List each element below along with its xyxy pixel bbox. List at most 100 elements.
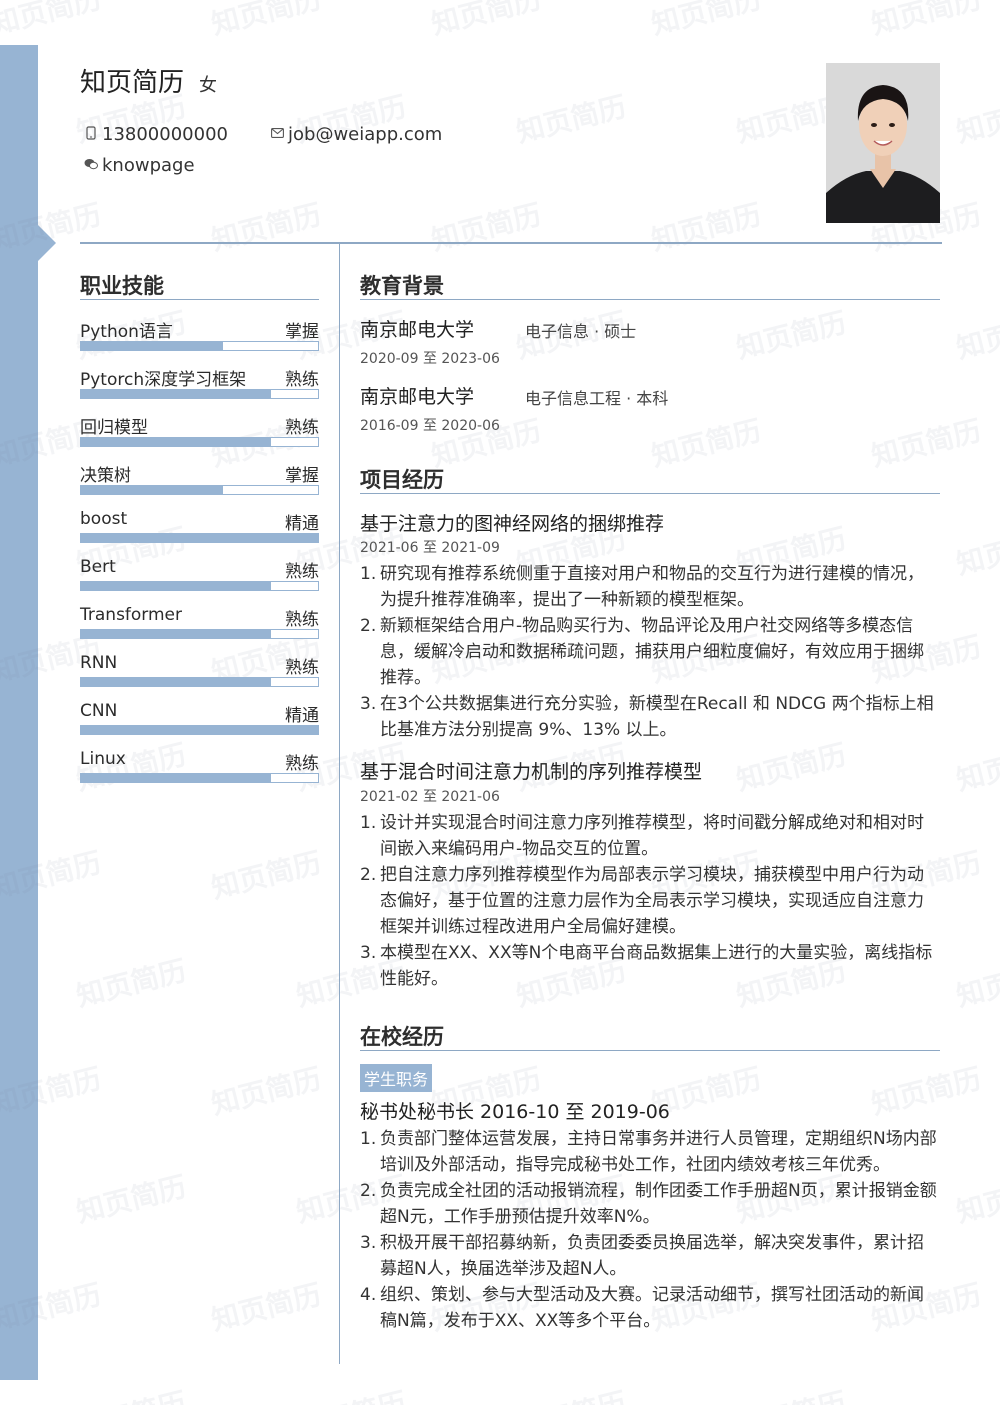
phone-number: 13800000000 [102, 124, 228, 145]
skill-name: Transformer [80, 605, 183, 625]
watermark-text: 知页简历 [953, 953, 1000, 1014]
role-tag: 学生职务 [360, 1064, 433, 1092]
mail-icon [270, 127, 284, 142]
skill-level: 掌握 [285, 466, 319, 486]
project-date: 2021-02 至 2021-06 [360, 789, 500, 805]
education-title-rule [360, 299, 940, 300]
skills-title-rule [80, 299, 319, 300]
skill-level: 熟练 [285, 610, 319, 630]
project-points: 1. 设计并实现混合时间注意力序列推荐模型，将时间戳分解成绝对和相对时间嵌入来编码… [360, 810, 940, 992]
watermark-text: 知页简历 [953, 89, 1000, 150]
edu-major: 电子信息工程 · 本科 [525, 389, 669, 408]
campus-title: 在校经历 [360, 1025, 444, 1049]
email-address: job@weiapp.com [288, 124, 443, 145]
list-item: 1. 设计并实现混合时间注意力序列推荐模型，将时间戳分解成绝对和相对时间嵌入来编码… [360, 813, 924, 859]
wechat-contact: knowpage [84, 155, 195, 176]
role-title: 秘书处秘书长 2016-10 至 2019-06 [360, 1101, 670, 1123]
campus-title-rule [360, 1050, 940, 1051]
skill-level: 熟练 [285, 562, 319, 582]
skill-name: RNN [80, 653, 118, 673]
skill-row: Linux 熟练 [80, 749, 319, 789]
list-item: 2. 负责完成全社团的活动报销流程，制作团委工作手册超N页，累计报销金额超N元，工… [360, 1181, 937, 1227]
watermark-text: 知页简历 [648, 0, 765, 42]
edu-date: 2016-09 至 2020-06 [360, 418, 500, 434]
watermark-text: 知页简历 [512, 1381, 630, 1405]
gender: 女 [199, 75, 217, 96]
skill-bar [80, 341, 319, 351]
skill-bar [80, 533, 319, 543]
watermark-text: 知页简历 [953, 305, 1000, 366]
wechat-id: knowpage [102, 155, 195, 176]
skill-row: 回归模型 熟练 [80, 413, 319, 453]
project-date: 2021-06 至 2021-09 [360, 540, 500, 556]
list-item: 4. 组织、策划、参与大型活动及大赛。记录活动细节，撰写社团活动的新闻稿N篇，发布… [360, 1285, 924, 1331]
column-divider [339, 244, 340, 1364]
watermark-text: 知页简历 [0, 0, 105, 42]
watermark-text: 知页简历 [428, 0, 545, 42]
resume-name: 知页简历 [80, 68, 185, 98]
skill-level: 精通 [285, 706, 319, 726]
skill-bar-fill [81, 438, 271, 446]
edu-school: 南京邮电大学 [360, 319, 475, 341]
skill-name: 回归模型 [80, 418, 148, 438]
skill-bar [80, 773, 319, 783]
skills-title: 职业技能 [80, 274, 164, 298]
skill-row: Bert 熟练 [80, 557, 319, 597]
skill-bar-fill [81, 726, 318, 734]
watermark-text: 知页简历 [208, 1277, 325, 1338]
skill-name: boost [80, 509, 128, 529]
skill-level: 掌握 [285, 322, 319, 342]
project-points: 1. 研究现有推荐系统侧重于直接对用户和物品的交互行为进行建模的情况，为提升推荐准… [360, 561, 940, 743]
skill-row: boost 精通 [80, 509, 319, 549]
profile-photo [826, 63, 940, 223]
skill-bar-fill [81, 582, 271, 590]
list-item: 1. 负责部门整体运营发展，主持日常事务并进行人员管理，定期组织N场内部培训及外部… [360, 1129, 937, 1175]
skill-level: 精通 [285, 514, 319, 534]
watermark-text: 知页简历 [292, 1381, 410, 1405]
skill-bar-fill [81, 678, 271, 686]
project-name: 基于混合时间注意力机制的序列推荐模型 [360, 761, 703, 783]
watermark-text: 知页简历 [648, 413, 765, 474]
list-item: 3. 积极开展干部招募纳新，负责团委委员换届选举，解决突发事件，累计招募超N人，换… [360, 1233, 924, 1279]
left-accent-band [0, 45, 38, 1380]
skill-level: 熟练 [285, 370, 319, 390]
skill-level: 熟练 [285, 418, 319, 438]
skill-row: CNN 精通 [80, 701, 319, 741]
skill-bar [80, 389, 319, 399]
skill-bar-fill [81, 342, 224, 350]
phone-contact: 13800000000 [84, 124, 228, 145]
campus-points: 1. 负责部门整体运营发展，主持日常事务并进行人员管理，定期组织N场内部培训及外部… [360, 1126, 940, 1334]
watermark-text: 知页简历 [868, 0, 985, 42]
email-contact: job@weiapp.com [270, 124, 442, 145]
watermark-text: 知页简历 [73, 1169, 190, 1230]
skill-name: 决策树 [80, 466, 131, 486]
skill-row: Python语言 掌握 [80, 317, 319, 357]
watermark-text: 知页简历 [953, 737, 1000, 798]
watermark-text: 知页简历 [868, 1061, 985, 1122]
projects-title: 项目经历 [360, 468, 444, 492]
watermark-text: 知页简历 [513, 89, 630, 150]
skill-row: Pytorch深度学习框架 熟练 [80, 365, 319, 405]
skill-name: Linux [80, 749, 126, 769]
skill-name: Pytorch深度学习框架 [80, 370, 247, 390]
watermark-text: 知页简历 [208, 197, 325, 258]
watermark-text: 知页简历 [733, 305, 850, 366]
skill-bar-fill [81, 630, 271, 638]
skill-bar [80, 677, 319, 687]
skill-bar [80, 629, 319, 639]
watermark-text: 知页简历 [428, 197, 545, 258]
edu-date: 2020-09 至 2023-06 [360, 351, 500, 367]
skill-bar-fill [81, 486, 224, 494]
list-item: 3. 在3个公共数据集进行充分实验，新模型在Recall 和 NDCG 两个指标上… [360, 694, 934, 740]
skill-name: Python语言 [80, 322, 173, 342]
skill-bar-fill [81, 390, 271, 398]
watermark-text: 知页简历 [953, 521, 1000, 582]
watermark-text: 知页简历 [648, 197, 765, 258]
skill-row: RNN 熟练 [80, 653, 319, 693]
skill-bar [80, 581, 319, 591]
skill-bar [80, 437, 319, 447]
edu-major: 电子信息 · 硕士 [525, 322, 637, 341]
list-item: 3. 本模型在XX、XX等N个电商平台商品数据集上进行的大量实验，离线指标性能好。 [360, 943, 933, 989]
watermark-text: 知页简历 [208, 845, 325, 906]
skill-level: 熟练 [285, 754, 319, 774]
